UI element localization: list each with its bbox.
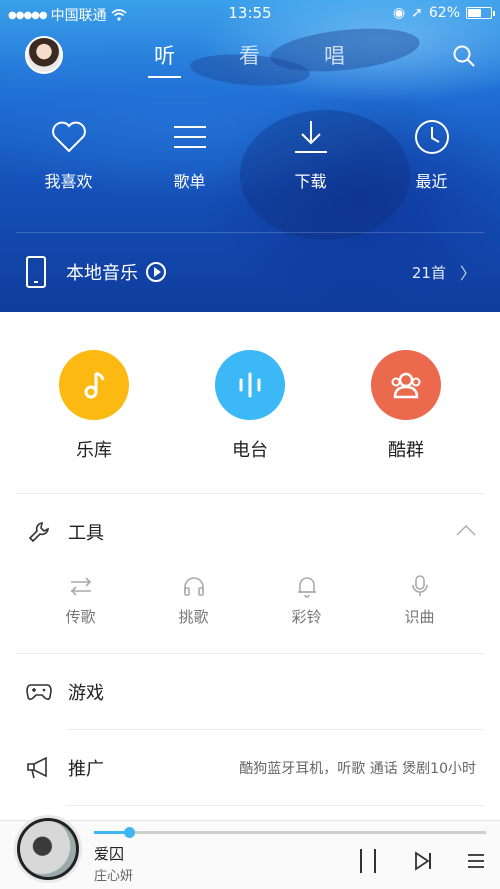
tool-label: 传歌 [65,608,96,626]
download-icon [294,121,327,153]
phone-icon [26,256,46,288]
top-tabs: 听 看 唱 [148,40,349,78]
promo-label: 推广 [68,759,104,780]
divider [16,232,484,233]
local-music-label: 本地音乐 [66,263,138,284]
artist-name: 庄心妍 [94,869,134,884]
album-art[interactable] [14,815,82,883]
feature-library[interactable]: 乐库 [16,350,172,462]
transfer-icon [70,577,91,596]
list-icon [173,126,206,148]
feature-row: 乐库 电台 酷群 [0,350,500,462]
tools-header[interactable]: 工具 [26,516,476,548]
feature-circle [371,350,441,420]
pause-icon[interactable] [360,849,376,873]
tool-label: 彩铃 [291,608,322,626]
wrench-icon [26,519,52,545]
tool-transfer[interactable]: 传歌 [24,574,137,627]
feature-group[interactable]: 酷群 [328,350,484,462]
mini-player[interactable]: 爱囚 庄心妍 [0,815,500,889]
music-note-icon [84,371,105,399]
hero-banner: ●●●●● 中国联通 13:55 ◉ ➚ 62% 听 看 唱 我喜欢 歌单 下载… [0,0,500,312]
divider [16,653,484,654]
feature-label: 乐库 [76,440,112,461]
headphones-icon [183,577,204,596]
quick-playlists[interactable]: 歌单 [129,118,250,192]
tool-ringtone[interactable]: 彩铃 [250,574,363,627]
tool-recognize[interactable]: 识曲 [363,574,476,627]
feature-label: 电台 [232,440,268,461]
location-icon: ➚ [411,5,423,21]
quick-label: 下载 [294,172,327,191]
quick-downloads[interactable]: 下载 [250,118,371,192]
quick-recent[interactable]: 最近 [371,118,492,192]
quick-actions: 我喜欢 歌单 下载 最近 [0,118,500,192]
feature-circle [215,350,285,420]
quick-favorites[interactable]: 我喜欢 [8,118,129,192]
battery-icon [466,7,495,19]
next-icon[interactable] [414,849,432,873]
progress-knob[interactable] [124,827,136,838]
divider [66,805,484,806]
status-bar: ●●●●● 中国联通 13:55 ◉ ➚ 62% [0,0,500,26]
tools-label: 工具 [68,523,104,544]
divider [66,729,484,730]
play-circle-icon[interactable] [146,262,166,282]
divider [16,493,484,494]
tab-watch[interactable]: 看 [235,40,264,70]
promo-text: 酷狗蓝牙耳机，听歌 通话 煲剧10小时 [239,761,476,777]
tab-listen[interactable]: 听 [148,40,181,78]
games-row[interactable]: 游戏 [26,676,476,708]
lock-rotation-icon: ◉ [392,5,406,21]
quick-label: 我喜欢 [44,172,93,191]
feature-radio[interactable]: 电台 [172,350,328,462]
song-title: 爱囚 [94,845,125,863]
chevron-up-icon[interactable] [456,524,476,540]
chevron-right-icon: 〉 [459,264,476,283]
radio-wave-icon [239,372,261,398]
feature-circle [59,350,129,420]
tab-sing[interactable]: 唱 [320,40,349,70]
games-label: 游戏 [68,683,104,704]
tools-grid: 传歌 挑歌 彩铃 识曲 [24,574,476,627]
battery-percent: 62% [428,5,460,21]
tool-label: 识曲 [404,608,435,626]
quick-label: 最近 [415,172,448,191]
mic-icon [411,575,428,596]
clock-icon [414,120,449,154]
gamepad-icon [26,679,52,705]
tool-pick[interactable]: 挑歌 [137,574,250,627]
megaphone-icon [26,755,52,781]
promo-row[interactable]: 推广 酷狗蓝牙耳机，听歌 通话 煲剧10小时 [26,752,476,784]
group-icon [391,372,421,399]
bell-icon [297,577,316,598]
local-music-row[interactable]: 本地音乐 21首 〉 [26,254,476,290]
quick-label: 歌单 [173,172,206,191]
heart-icon [51,121,86,153]
playlist-icon[interactable] [466,849,486,873]
user-avatar[interactable] [25,36,63,74]
tool-label: 挑歌 [178,608,209,626]
local-music-count: 21首 [411,263,446,282]
progress-bar[interactable] [94,827,486,838]
feature-label: 酷群 [388,440,424,461]
search-icon[interactable] [452,44,476,68]
